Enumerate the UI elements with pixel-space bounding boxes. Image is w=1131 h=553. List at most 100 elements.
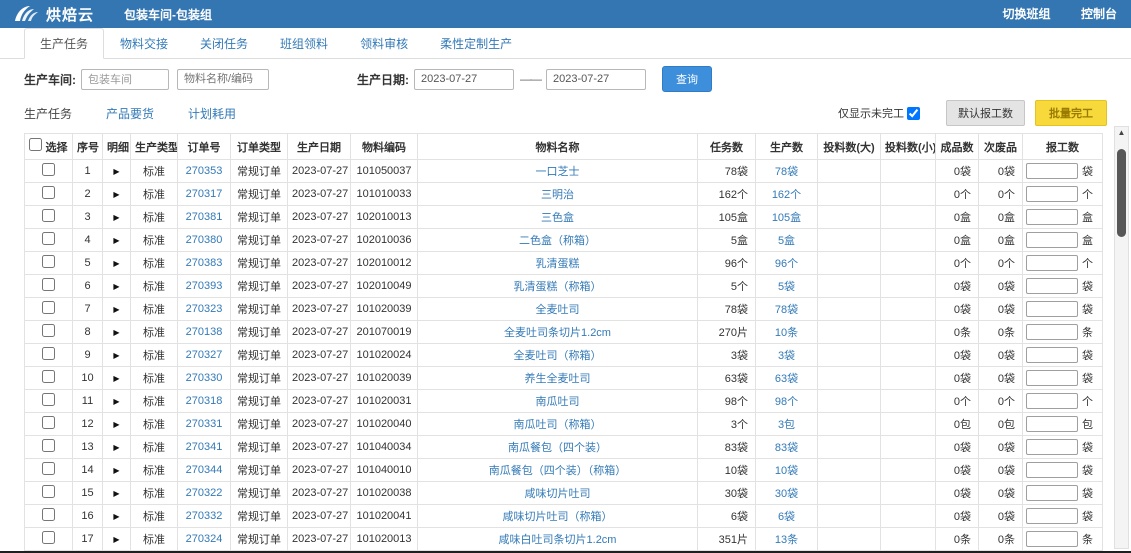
produced-qty-link[interactable]: 10袋 <box>775 465 798 477</box>
material-name-link[interactable]: 南瓜餐包（四个装）（称箱） <box>489 465 627 477</box>
main-tab[interactable]: 物料交接 <box>104 28 184 59</box>
report-qty-input[interactable] <box>1026 301 1078 317</box>
expand-arrow-icon[interactable]: ▶ <box>113 305 119 314</box>
material-name-link[interactable]: 一口芝士 <box>536 166 580 178</box>
expand-arrow-icon[interactable]: ▶ <box>113 351 119 360</box>
order-number-link[interactable]: 270330 <box>186 372 223 384</box>
row-checkbox[interactable] <box>42 508 55 521</box>
report-qty-input[interactable] <box>1026 186 1078 202</box>
material-name-link[interactable]: 全麦吐司（称箱） <box>514 350 602 362</box>
order-number-link[interactable]: 270138 <box>186 326 223 338</box>
order-number-link[interactable]: 270322 <box>186 487 223 499</box>
material-name-link[interactable]: 二色盒（称箱） <box>519 235 596 247</box>
sub-tab[interactable]: 计划耗用 <box>188 105 236 122</box>
row-checkbox[interactable] <box>42 278 55 291</box>
workshop-input[interactable] <box>81 69 169 90</box>
order-number-link[interactable]: 270344 <box>186 464 223 476</box>
order-number-link[interactable]: 270380 <box>186 234 223 246</box>
main-tab[interactable]: 领料审核 <box>344 28 424 59</box>
material-name-link[interactable]: 南瓜吐司 <box>536 396 580 408</box>
expand-arrow-icon[interactable]: ▶ <box>113 374 119 383</box>
expand-arrow-icon[interactable]: ▶ <box>113 420 119 429</box>
produced-qty-link[interactable]: 3袋 <box>778 350 795 362</box>
expand-arrow-icon[interactable]: ▶ <box>113 512 119 521</box>
produced-qty-link[interactable]: 78袋 <box>775 304 798 316</box>
row-checkbox[interactable] <box>42 209 55 222</box>
report-qty-input[interactable] <box>1026 324 1078 340</box>
report-qty-input[interactable] <box>1026 232 1078 248</box>
expand-arrow-icon[interactable]: ▶ <box>113 213 119 222</box>
order-number-link[interactable]: 270381 <box>186 211 223 223</box>
order-number-link[interactable]: 270317 <box>186 188 223 200</box>
expand-arrow-icon[interactable]: ▶ <box>113 466 119 475</box>
row-checkbox[interactable] <box>42 255 55 268</box>
produced-qty-link[interactable]: 30袋 <box>775 488 798 500</box>
scroll-up-arrow-icon[interactable]: ▲ <box>1115 127 1128 139</box>
main-tab[interactable]: 柔性定制生产 <box>424 28 528 59</box>
batch-complete-button[interactable]: 批量完工 <box>1035 100 1107 126</box>
produced-qty-link[interactable]: 162个 <box>772 189 801 201</box>
row-checkbox[interactable] <box>42 439 55 452</box>
order-number-link[interactable]: 270327 <box>186 349 223 361</box>
material-name-link[interactable]: 全麦吐司条切片1.2cm <box>504 327 611 339</box>
report-qty-input[interactable] <box>1026 462 1078 478</box>
row-checkbox[interactable] <box>42 301 55 314</box>
material-name-link[interactable]: 三明治 <box>541 189 574 201</box>
produced-qty-link[interactable]: 5盒 <box>778 235 795 247</box>
material-name-link[interactable]: 乳清蛋糕 <box>536 258 580 270</box>
produced-qty-link[interactable]: 10条 <box>775 327 798 339</box>
produced-qty-link[interactable]: 78袋 <box>775 166 798 178</box>
report-qty-input[interactable] <box>1026 485 1078 501</box>
produced-qty-link[interactable]: 3包 <box>778 419 795 431</box>
expand-arrow-icon[interactable]: ▶ <box>113 397 119 406</box>
report-qty-input[interactable] <box>1026 508 1078 524</box>
row-checkbox[interactable] <box>42 232 55 245</box>
order-number-link[interactable]: 270341 <box>186 441 223 453</box>
row-checkbox[interactable] <box>42 485 55 498</box>
report-qty-input[interactable] <box>1026 209 1078 225</box>
search-button[interactable]: 查询 <box>662 66 712 92</box>
expand-arrow-icon[interactable]: ▶ <box>113 489 119 498</box>
produced-qty-link[interactable]: 83袋 <box>775 442 798 454</box>
material-name-link[interactable]: 养生全麦吐司 <box>525 373 591 385</box>
main-tab[interactable]: 关闭任务 <box>184 28 264 59</box>
sub-tab[interactable]: 生产任务 <box>24 105 72 122</box>
expand-arrow-icon[interactable]: ▶ <box>113 259 119 268</box>
row-checkbox[interactable] <box>42 393 55 406</box>
material-name-link[interactable]: 咸味切片吐司 <box>525 488 591 500</box>
switch-team-link[interactable]: 切换班组 <box>1003 7 1051 21</box>
order-number-link[interactable]: 270324 <box>186 533 223 545</box>
scrollbar-thumb[interactable] <box>1117 149 1126 237</box>
row-checkbox[interactable] <box>42 370 55 383</box>
report-qty-input[interactable] <box>1026 278 1078 294</box>
expand-arrow-icon[interactable]: ▶ <box>113 190 119 199</box>
produced-qty-link[interactable]: 13条 <box>775 534 798 546</box>
row-checkbox[interactable] <box>42 324 55 337</box>
row-checkbox[interactable] <box>42 186 55 199</box>
default-report-qty-button[interactable]: 默认报工数 <box>946 100 1025 126</box>
row-checkbox[interactable] <box>42 163 55 176</box>
material-name-link[interactable]: 全麦吐司 <box>536 304 580 316</box>
expand-arrow-icon[interactable]: ▶ <box>113 328 119 337</box>
report-qty-input[interactable] <box>1026 163 1078 179</box>
produced-qty-link[interactable]: 5袋 <box>778 281 795 293</box>
order-number-link[interactable]: 270353 <box>186 165 223 177</box>
main-tab[interactable]: 班组领料 <box>264 28 344 59</box>
date-start-input[interactable] <box>414 69 514 90</box>
material-name-link[interactable]: 咸味切片吐司（称箱） <box>503 511 613 523</box>
expand-arrow-icon[interactable]: ▶ <box>113 535 119 544</box>
order-number-link[interactable]: 270393 <box>186 280 223 292</box>
material-name-link[interactable]: 咸味白吐司条切片1.2cm <box>499 534 617 546</box>
material-name-link[interactable]: 乳清蛋糕（称箱） <box>514 281 602 293</box>
order-number-link[interactable]: 270331 <box>186 418 223 430</box>
row-checkbox[interactable] <box>42 416 55 429</box>
row-checkbox[interactable] <box>42 462 55 475</box>
order-number-link[interactable]: 270323 <box>186 303 223 315</box>
order-number-link[interactable]: 270332 <box>186 510 223 522</box>
report-qty-input[interactable] <box>1026 531 1078 547</box>
material-name-link[interactable]: 三色盒 <box>541 212 574 224</box>
report-qty-input[interactable] <box>1026 416 1078 432</box>
only-unfinished-checkbox[interactable] <box>907 107 920 120</box>
produced-qty-link[interactable]: 98个 <box>775 396 798 408</box>
produced-qty-link[interactable]: 105盒 <box>772 212 801 224</box>
